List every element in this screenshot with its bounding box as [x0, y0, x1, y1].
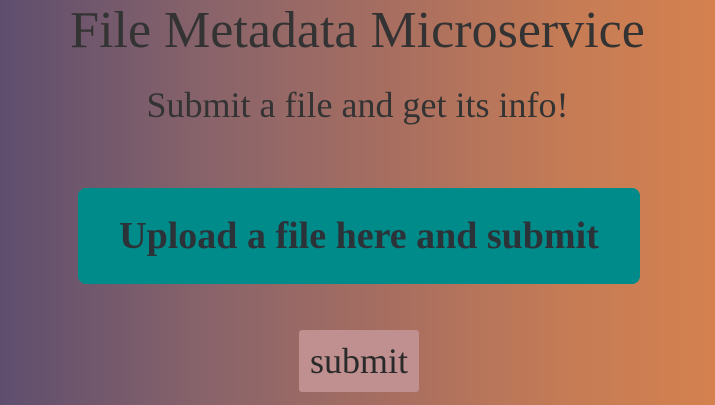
- page: File Metadata Microservice Submit a file…: [0, 0, 715, 405]
- submit-button[interactable]: submit: [299, 330, 419, 392]
- file-upload-dropzone[interactable]: Upload a file here and submit: [78, 188, 640, 284]
- page-subtitle: Submit a file and get its info!: [146, 85, 569, 125]
- page-title: File Metadata Microservice: [70, 2, 645, 59]
